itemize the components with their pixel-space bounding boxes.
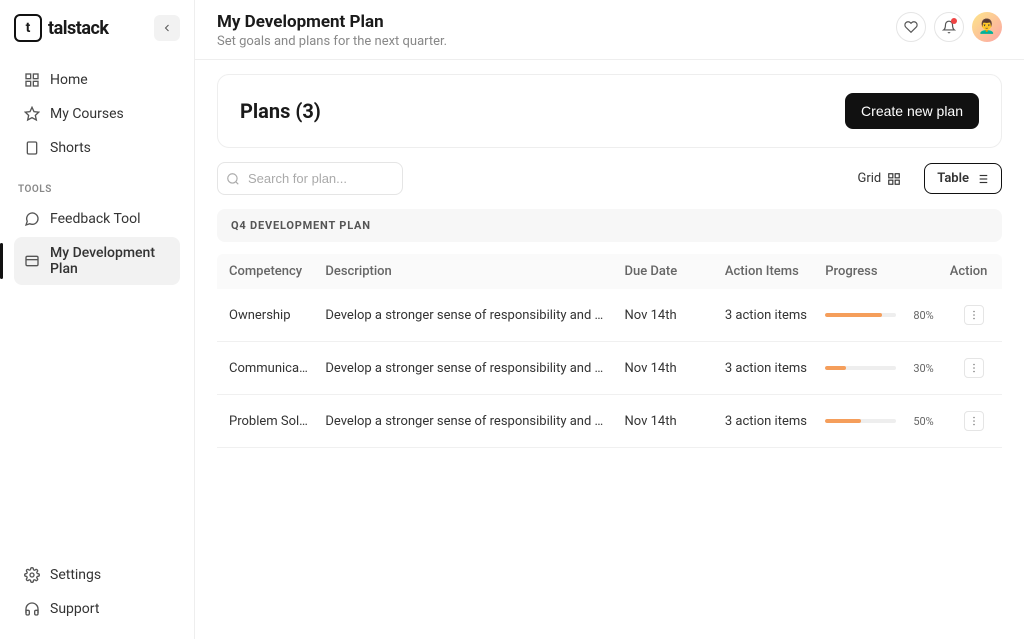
- plans-count-title: Plans (3): [240, 99, 321, 123]
- cell-progress: 50%: [817, 395, 941, 448]
- page-subtitle: Set goals and plans for the next quarter…: [217, 34, 447, 49]
- view-table-button[interactable]: Table: [924, 163, 1002, 194]
- sidebar-section-tools: TOOLS: [18, 184, 180, 195]
- cell-description: Develop a stronger sense of responsibili…: [317, 289, 616, 342]
- cell-description: Develop a stronger sense of responsibili…: [317, 395, 616, 448]
- table-row[interactable]: CommunicationDevelop a stronger sense of…: [217, 342, 1002, 395]
- sidebar-item-label: Settings: [50, 567, 101, 583]
- section-header: Q4 DEVELOPMENT PLAN: [217, 209, 1002, 242]
- avatar[interactable]: 👨‍🦱: [972, 12, 1002, 42]
- gear-icon: [24, 567, 40, 583]
- row-menu-button[interactable]: [964, 411, 984, 431]
- logo-text: talstack: [48, 18, 108, 39]
- cell-competency: Problem Solving: [217, 395, 317, 448]
- notifications-button[interactable]: [934, 12, 964, 42]
- col-action-items: Action Items: [717, 254, 817, 289]
- table-row[interactable]: Problem SolvingDevelop a stronger sense …: [217, 395, 1002, 448]
- col-competency: Competency: [217, 254, 317, 289]
- favorites-button[interactable]: [896, 12, 926, 42]
- sidebar-item-shorts[interactable]: Shorts: [14, 132, 180, 164]
- sidebar-item-label: Home: [50, 72, 88, 88]
- plan-icon: [24, 253, 40, 269]
- plans-table: Competency Description Due Date Action I…: [217, 254, 1002, 448]
- dots-vertical-icon: [968, 362, 980, 374]
- cell-action: [942, 395, 1002, 448]
- view-label: Table: [937, 171, 969, 186]
- cell-action: [942, 289, 1002, 342]
- sidebar-item-label: My Development Plan: [50, 245, 170, 277]
- cell-competency: Ownership: [217, 289, 317, 342]
- view-label: Grid: [857, 171, 881, 186]
- dots-vertical-icon: [968, 415, 980, 427]
- chevron-left-icon: [161, 22, 173, 34]
- col-due-date: Due Date: [617, 254, 717, 289]
- shorts-icon: [24, 140, 40, 156]
- row-menu-button[interactable]: [964, 358, 984, 378]
- cell-due: Nov 14th: [617, 289, 717, 342]
- sidebar-item-label: Support: [50, 601, 99, 617]
- dots-vertical-icon: [968, 309, 980, 321]
- collapse-sidebar-button[interactable]: [154, 15, 180, 41]
- search-input[interactable]: [217, 162, 403, 195]
- sidebar-item-settings[interactable]: Settings: [14, 559, 180, 591]
- sidebar-item-home[interactable]: Home: [14, 64, 180, 96]
- search-icon: [226, 172, 240, 186]
- logo-mark-icon: t: [14, 14, 42, 42]
- create-plan-button[interactable]: Create new plan: [845, 93, 979, 129]
- chat-icon: [24, 211, 40, 227]
- topbar: My Development Plan Set goals and plans …: [195, 0, 1024, 60]
- sidebar-item-label: Shorts: [50, 140, 91, 156]
- col-progress: Progress: [817, 254, 941, 289]
- sidebar-item-label: Feedback Tool: [50, 211, 141, 227]
- cell-due: Nov 14th: [617, 395, 717, 448]
- table-row[interactable]: OwnershipDevelop a stronger sense of res…: [217, 289, 1002, 342]
- heart-icon: [904, 20, 918, 34]
- cell-items: 3 action items: [717, 289, 817, 342]
- sidebar-item-development-plan[interactable]: My Development Plan: [14, 237, 180, 285]
- col-action: Action: [942, 254, 1002, 289]
- sidebar-item-feedback[interactable]: Feedback Tool: [14, 203, 180, 235]
- star-icon: [24, 106, 40, 122]
- row-menu-button[interactable]: [964, 305, 984, 325]
- cell-due: Nov 14th: [617, 342, 717, 395]
- headphones-icon: [24, 601, 40, 617]
- cell-action: [942, 342, 1002, 395]
- list-icon: [975, 172, 989, 186]
- cell-progress: 80%: [817, 289, 941, 342]
- cell-competency: Communication: [217, 342, 317, 395]
- view-grid-button[interactable]: Grid: [844, 163, 914, 194]
- col-description: Description: [317, 254, 616, 289]
- sidebar-item-support[interactable]: Support: [14, 593, 180, 625]
- page-title: My Development Plan: [217, 12, 447, 32]
- cell-description: Develop a stronger sense of responsibili…: [317, 342, 616, 395]
- sidebar: t talstack Home My Courses Shorts TOOLS: [0, 0, 195, 639]
- logo[interactable]: t talstack: [14, 14, 108, 42]
- notification-dot-icon: [951, 18, 957, 24]
- grid-icon: [887, 172, 901, 186]
- plans-card: Plans (3) Create new plan: [217, 74, 1002, 148]
- home-icon: [24, 72, 40, 88]
- cell-items: 3 action items: [717, 342, 817, 395]
- cell-items: 3 action items: [717, 395, 817, 448]
- cell-progress: 30%: [817, 342, 941, 395]
- sidebar-item-courses[interactable]: My Courses: [14, 98, 180, 130]
- sidebar-item-label: My Courses: [50, 106, 124, 122]
